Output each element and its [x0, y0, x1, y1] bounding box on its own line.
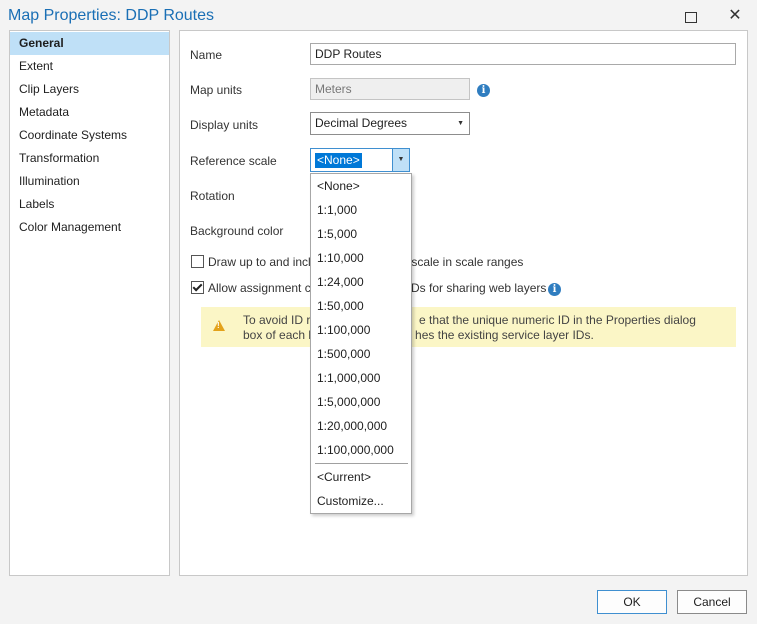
reference-scale-value: <None> [315, 153, 362, 168]
sidebar-nav: General Extent Clip Layers Metadata Coor… [9, 30, 170, 576]
sidebar-item-coordinate-systems[interactable]: Coordinate Systems [10, 124, 169, 147]
maximize-icon [685, 11, 697, 23]
maximize-button[interactable] [678, 4, 704, 28]
map-units-field: Meters [310, 78, 470, 100]
title-bar: Map Properties: DDP Routes ✕ [0, 0, 757, 32]
draw-scale-label-tail: m scale in scale ranges [398, 255, 524, 269]
draw-scale-checkbox[interactable] [191, 255, 204, 268]
warning-line2-end: hes the existing service layer IDs. [415, 328, 594, 342]
chevron-down-icon[interactable]: ▼ [392, 149, 409, 171]
display-units-label: Display units [190, 118, 259, 132]
map-units-label: Map units [190, 83, 243, 97]
sidebar-item-clip-layers[interactable]: Clip Layers [10, 78, 169, 101]
dropdown-option[interactable]: 1:5,000,000 [311, 390, 411, 414]
warning-line2-start: box of each l [243, 328, 312, 342]
dropdown-option[interactable]: <None> [311, 174, 411, 198]
rotation-label: Rotation [190, 189, 235, 203]
dropdown-separator [315, 463, 408, 464]
sidebar-item-transformation[interactable]: Transformation [10, 147, 169, 170]
info-icon[interactable]: i [477, 84, 490, 97]
dropdown-option[interactable]: 1:50,000 [311, 294, 411, 318]
ok-button[interactable]: OK [597, 590, 667, 614]
dropdown-option[interactable]: 1:10,000 [311, 246, 411, 270]
close-button[interactable]: ✕ [722, 4, 748, 28]
dropdown-option[interactable]: 1:1,000,000 [311, 366, 411, 390]
display-units-value: Decimal Degrees [315, 116, 408, 130]
dropdown-option[interactable]: 1:100,000,000 [311, 438, 411, 462]
allow-ids-checkbox[interactable] [191, 281, 204, 294]
background-color-label: Background color [190, 224, 284, 238]
window-title: Map Properties: DDP Routes [8, 7, 215, 24]
warning-line1-start: To avoid ID re [243, 313, 318, 327]
dropdown-option-customize[interactable]: Customize... [311, 489, 411, 513]
general-panel: Name DDP Routes Map units Meters i Displ… [179, 30, 748, 576]
name-label: Name [190, 48, 223, 62]
sidebar-item-color-management[interactable]: Color Management [10, 216, 169, 239]
close-icon: ✕ [728, 7, 742, 24]
dropdown-option[interactable]: 1:1,000 [311, 198, 411, 222]
cancel-button[interactable]: Cancel [677, 590, 747, 614]
sidebar-item-labels[interactable]: Labels [10, 193, 169, 216]
reference-scale-dropdown: <None> 1:1,000 1:5,000 1:10,000 1:24,000… [310, 173, 412, 514]
sidebar-item-general[interactable]: General [10, 32, 169, 55]
reference-scale-combo[interactable]: <None> ▼ [310, 148, 410, 172]
warning-banner: To avoid ID re e that the unique numeric … [201, 307, 736, 347]
dropdown-option-current[interactable]: <Current> [311, 465, 411, 489]
sidebar-item-extent[interactable]: Extent [10, 55, 169, 78]
dropdown-option[interactable]: 1:5,000 [311, 222, 411, 246]
display-units-select[interactable]: Decimal Degrees ▼ [310, 112, 470, 135]
dropdown-option[interactable]: 1:20,000,000 [311, 414, 411, 438]
name-input[interactable]: DDP Routes [310, 43, 736, 65]
dropdown-option[interactable]: 1:500,000 [311, 342, 411, 366]
allow-ids-label: Allow assignment c [208, 281, 311, 295]
chevron-down-icon: ▼ [457, 120, 464, 127]
warning-line1-end: e that the unique numeric ID in the Prop… [419, 313, 696, 327]
draw-scale-label: Draw up to and incl [208, 255, 311, 269]
sidebar-item-illumination[interactable]: Illumination [10, 170, 169, 193]
reference-scale-label: Reference scale [190, 154, 277, 168]
dropdown-option[interactable]: 1:100,000 [311, 318, 411, 342]
warning-icon [213, 320, 225, 331]
allow-ids-label-tail: Ds for sharing web layers [411, 281, 547, 295]
sidebar-item-metadata[interactable]: Metadata [10, 101, 169, 124]
info-icon[interactable]: i [548, 283, 561, 296]
dropdown-option[interactable]: 1:24,000 [311, 270, 411, 294]
